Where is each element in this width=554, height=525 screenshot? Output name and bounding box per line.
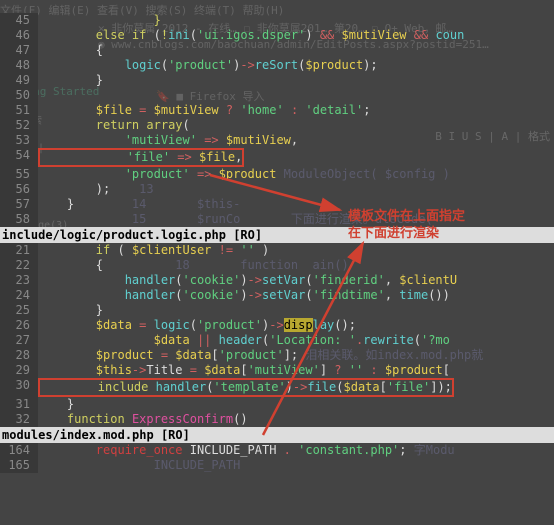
gutter-line-number: 49	[0, 73, 38, 88]
code-line[interactable]: 52 return array(	[0, 118, 554, 133]
code-line[interactable]: 47 {	[0, 43, 554, 58]
code-line[interactable]: 56 ); 13	[0, 182, 554, 197]
code-line[interactable]: 50	[0, 88, 554, 103]
code-line[interactable]: 48 logic('product')->reSort($product);	[0, 58, 554, 73]
gutter-line-number: 25	[0, 303, 38, 318]
code-line[interactable]: 54 'file' => $file,	[0, 148, 554, 167]
gutter-line-number: 52	[0, 118, 38, 133]
code-pane-2[interactable]: 21 if ( $clientUser != '' )22 { 18 funct…	[0, 243, 554, 427]
code-line[interactable]: 26 $data = logic('product')->display();	[0, 318, 554, 333]
gutter-line-number: 24	[0, 288, 38, 303]
highlight-box: include handler('template')->file($data[…	[38, 378, 454, 397]
gutter-line-number: 54	[0, 148, 38, 167]
code-line[interactable]: 57 } 14 $this-	[0, 197, 554, 212]
gutter-line-number: 32	[0, 412, 38, 427]
gutter-line-number: 57	[0, 197, 38, 212]
gutter-line-number: 48	[0, 58, 38, 73]
gutter-line-number: 47	[0, 43, 38, 58]
gutter-line-number: 164	[0, 443, 38, 458]
gutter-line-number: 46	[0, 28, 38, 43]
status-bar-2: modules/index.mod.php [RO]	[0, 427, 554, 443]
gutter-line-number: 50	[0, 88, 38, 103]
gutter-line-number: 51	[0, 103, 38, 118]
gutter-line-number: 29	[0, 363, 38, 378]
code-line[interactable]: 21 if ( $clientUser != '' )	[0, 243, 554, 258]
highlight-box: 'file' => $file,	[38, 148, 244, 167]
code-line[interactable]: 46 else if (!ini('ui.igos.dsper') && $mu…	[0, 28, 554, 43]
gutter-line-number: 23	[0, 273, 38, 288]
gutter-line-number: 26	[0, 318, 38, 333]
gutter-line-number: 45	[0, 13, 38, 28]
gutter-line-number: 22	[0, 258, 38, 273]
code-line[interactable]: 27 $data || header('Location: '.rewrite(…	[0, 333, 554, 348]
code-line[interactable]: 30 include handler('template')->file($da…	[0, 378, 554, 397]
gutter-line-number: 27	[0, 333, 38, 348]
code-line[interactable]: 58 15 $runCo 下面进行渲染。uleCode(	[0, 212, 554, 227]
code-line[interactable]: 165 INCLUDE_PATH	[0, 458, 554, 473]
code-line[interactable]: 23 handler('cookie')->setVar('finderid',…	[0, 273, 554, 288]
code-line[interactable]: 24 handler('cookie')->setVar('findtime',…	[0, 288, 554, 303]
code-line[interactable]: 32 function ExpressConfirm()	[0, 412, 554, 427]
code-line[interactable]: 22 { 18 function ain()	[0, 258, 554, 273]
code-pane-1[interactable]: 45 }46 else if (!ini('ui.igos.dsper') &&…	[0, 13, 554, 227]
gutter-line-number: 165	[0, 458, 38, 473]
code-line[interactable]: 29 $this->Title = $data['mutiView'] ? ''…	[0, 363, 554, 378]
gutter-line-number: 56	[0, 182, 38, 197]
code-line[interactable]: 53 'mutiView' => $mutiView,	[0, 133, 554, 148]
gutter-line-number: 21	[0, 243, 38, 258]
annotation-line2: 在下面进行渲染	[348, 222, 439, 241]
gutter-line-number: 30	[0, 378, 38, 397]
code-line[interactable]: 31 }	[0, 397, 554, 412]
status-bar-1: include/logic/product.logic.php [RO]	[0, 227, 554, 243]
code-line[interactable]: 51 $file = $mutiView ? 'home' : 'detail'…	[0, 103, 554, 118]
code-line[interactable]: 49 }	[0, 73, 554, 88]
gutter-line-number: 28	[0, 348, 38, 363]
code-line[interactable]: 25 }	[0, 303, 554, 318]
code-line[interactable]: 28 $product = $data['product']; 泪相关联。如in…	[0, 348, 554, 363]
gutter-line-number: 55	[0, 167, 38, 182]
code-line[interactable]: 55 'product' => $product ModuleObject( $…	[0, 167, 554, 182]
gutter-line-number: 58	[0, 212, 38, 227]
gutter-line-number: 53	[0, 133, 38, 148]
gutter-line-number: 31	[0, 397, 38, 412]
code-line[interactable]: 45 }	[0, 13, 554, 28]
code-line[interactable]: 164 require_once INCLUDE_PATH . 'constan…	[0, 443, 554, 458]
code-pane-3[interactable]: 164 require_once INCLUDE_PATH . 'constan…	[0, 443, 554, 473]
